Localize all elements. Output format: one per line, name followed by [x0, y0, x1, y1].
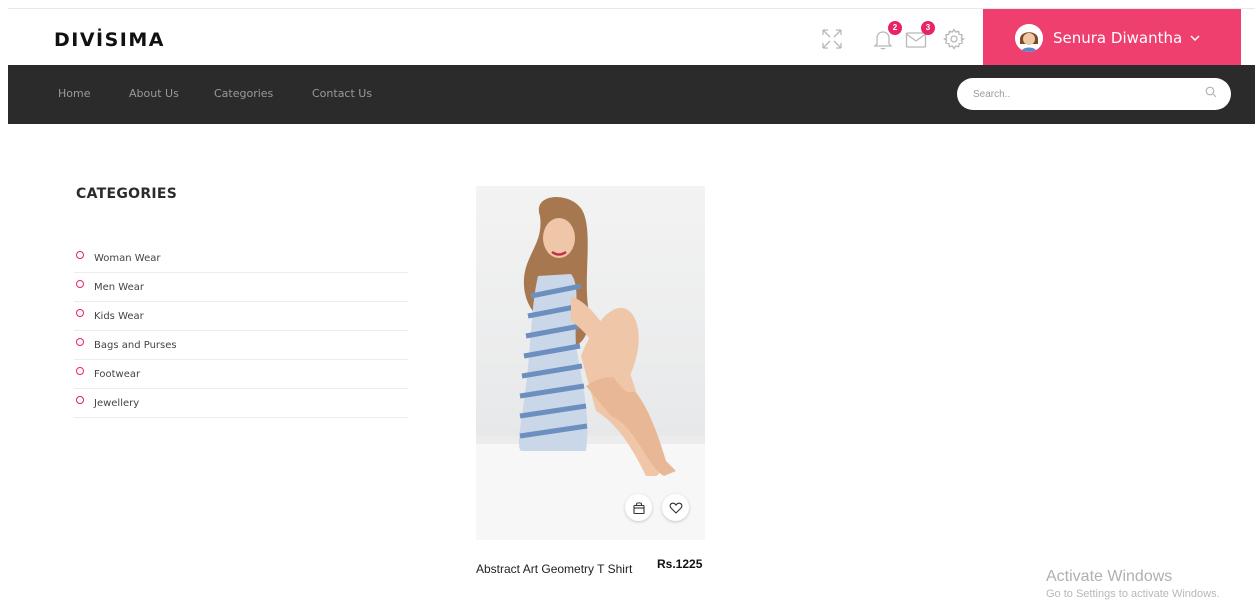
messages-badge: 3 [921, 21, 935, 35]
notifications-button[interactable]: 2 [871, 21, 902, 51]
top-header: DIVİSIMA 2 3 Senura Diwantha [8, 8, 1255, 66]
chevron-down-icon [1190, 31, 1200, 45]
circle-icon [76, 251, 84, 259]
add-to-cart-button[interactable] [625, 494, 652, 521]
activate-windows-title: Activate Windows [1046, 568, 1173, 585]
categories-title: CATEGORIES [76, 186, 178, 202]
search-input[interactable] [971, 87, 1175, 101]
category-label: Kids Wear [94, 310, 144, 322]
circle-icon [76, 280, 84, 288]
messages-button[interactable]: 3 [904, 21, 935, 51]
product-name[interactable]: Abstract Art Geometry T Shirt [476, 559, 636, 580]
category-label: Men Wear [94, 281, 144, 293]
category-item-woman-wear[interactable]: Woman Wear [74, 244, 408, 273]
product-price: Rs.1225 [657, 557, 703, 571]
main-navbar: Home About Us Categories Contact Us [8, 65, 1255, 124]
category-item-men-wear[interactable]: Men Wear [74, 273, 408, 302]
search-icon[interactable] [1205, 85, 1217, 103]
circle-icon [76, 396, 84, 404]
nav-categories[interactable]: Categories [214, 87, 273, 100]
search-box [957, 78, 1231, 110]
category-item-kids-wear[interactable]: Kids Wear [74, 302, 408, 331]
nav-about-us[interactable]: About Us [129, 87, 179, 100]
product-card[interactable]: Abstract Art Geometry T Shirt Rs.1225 [476, 186, 705, 576]
fullscreen-icon[interactable] [820, 27, 844, 51]
activate-windows-subtitle: Go to Settings to activate Windows. [1046, 588, 1220, 600]
avatar [1015, 23, 1043, 52]
category-item-footwear[interactable]: Footwear [74, 360, 408, 389]
category-item-jewellery[interactable]: Jewellery [74, 389, 408, 418]
user-menu[interactable]: Senura Diwantha [983, 9, 1241, 66]
site-logo[interactable]: DIVİSIMA [54, 29, 165, 51]
user-name: Senura Diwantha [1053, 28, 1183, 47]
shopping-bag-icon [632, 501, 645, 514]
nav-contact-us[interactable]: Contact Us [312, 87, 372, 100]
product-image[interactable] [476, 186, 705, 540]
category-list: Woman Wear Men Wear Kids Wear Bags and P… [74, 244, 408, 418]
category-label: Woman Wear [94, 252, 161, 264]
gear-icon[interactable] [942, 27, 966, 51]
circle-icon [76, 309, 84, 317]
heart-icon [669, 502, 682, 514]
circle-icon [76, 338, 84, 346]
category-label: Jewellery [94, 397, 140, 409]
notifications-badge: 2 [888, 21, 902, 35]
category-label: Footwear [94, 368, 141, 380]
circle-icon [76, 367, 84, 375]
nav-home[interactable]: Home [58, 87, 90, 100]
category-item-bags-and-purses[interactable]: Bags and Purses [74, 331, 408, 360]
wishlist-button[interactable] [662, 494, 689, 521]
category-label: Bags and Purses [94, 339, 177, 351]
